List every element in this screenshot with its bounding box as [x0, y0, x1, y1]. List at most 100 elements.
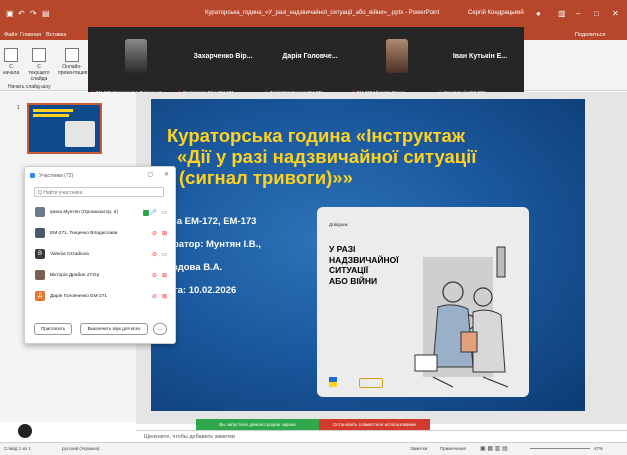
- ribbon-group-label: Начать слайд-шоу: [8, 84, 51, 90]
- title-line: (сигнал тривоги)»»: [179, 167, 353, 188]
- title-line: «Дії у разі надзвичайної ситуації: [177, 146, 477, 167]
- participants-panel: Участники (72) ▢ ✕ Q Найти участника Іри…: [24, 166, 176, 344]
- stop-share-button[interactable]: Остановить совместное использование: [319, 419, 430, 430]
- video-strip: ✗ ЕМ-272 Олександра Фузенцьов Захарченко…: [88, 27, 524, 99]
- video-tile[interactable]: Іван Кутькін Е... ✗ Іван Кутькін ЕМ-272: [436, 27, 524, 99]
- window-title: Кураторська_година_«У_разі_надзвичайної_…: [205, 10, 440, 16]
- close-icon[interactable]: ✕: [164, 171, 169, 178]
- avatar[interactable]: ●: [536, 9, 541, 18]
- sharing-status: Вы запустили демонстрацию экрана: [196, 419, 319, 430]
- participant-row[interactable]: Д Дарія Головченко ЕМ-271 ⊘ ⊠: [35, 290, 169, 304]
- avatar: Д: [35, 291, 45, 301]
- zoom-level[interactable]: 47%: [594, 446, 603, 451]
- thumb-title-bar: [33, 109, 73, 112]
- from-current-label: С текущего слайда: [28, 64, 50, 82]
- camera-preview-icon[interactable]: [18, 424, 32, 438]
- present-online-button[interactable]: Онлайн-презентация: [58, 48, 88, 76]
- view-buttons[interactable]: ▣ ▦ ▥ ▤: [480, 445, 508, 452]
- panel-title: Участники (72): [39, 173, 74, 179]
- camera-icon[interactable]: ▭: [161, 209, 167, 216]
- notes-toggle[interactable]: Заметки: [410, 446, 427, 451]
- slide-date: та: 10.02.2026: [173, 285, 237, 296]
- mic-muted-icon[interactable]: ⊘: [152, 230, 157, 237]
- from-beginning-label: С начала: [2, 64, 20, 76]
- tab-insert[interactable]: Вставка: [46, 32, 66, 38]
- popout-icon[interactable]: ▢: [147, 171, 153, 178]
- participant-row[interactable]: Вікторія Драбин 272гр ⊘ ⊠: [35, 269, 169, 283]
- status-bar: Слайд 1 из 1 русский (Украина) Заметки П…: [0, 442, 627, 455]
- mic-muted-icon[interactable]: ⊘: [152, 251, 157, 258]
- video-tile[interactable]: Дарія Головче... ✗ Дарія Головченко ЕМ-2…: [262, 27, 358, 99]
- participant-row[interactable]: Ірина Мунтян (Организатор, я) 🎤︎ ▭: [35, 206, 169, 220]
- slide-title: Кураторська година «Інструктаж «Дії у ра…: [167, 125, 585, 188]
- slide-number: 1: [17, 105, 20, 111]
- slide-groups: па ЕМ-172, ЕМ-173: [171, 216, 257, 227]
- minimize-icon[interactable]: –: [576, 9, 580, 18]
- language-indicator[interactable]: русский (Украина): [62, 446, 100, 451]
- tab-home[interactable]: Главная: [20, 32, 41, 38]
- participant-photo: [386, 39, 408, 73]
- tile-name: Захарченко Вір...: [193, 53, 253, 60]
- redo-icon[interactable]: ↷: [30, 9, 37, 18]
- share-button[interactable]: Поделиться: [575, 32, 605, 38]
- participant-row[interactable]: ЕМ-271, Тищенко Владислава ⊘ ⊠: [35, 227, 169, 241]
- participant-name: Valeriia Orzadiova: [50, 252, 89, 257]
- from-current-button[interactable]: С текущего слайда: [26, 48, 52, 82]
- participant-row[interactable]: В Valeriia Orzadiova ⊘ ▭: [35, 248, 169, 262]
- tile-name: Дарія Головче...: [282, 53, 338, 60]
- mic-muted-icon[interactable]: ⊘: [152, 293, 157, 300]
- maximize-icon[interactable]: □: [594, 9, 599, 18]
- avatar: [35, 228, 45, 238]
- present-icon[interactable]: ▤: [42, 9, 50, 18]
- slide-canvas[interactable]: Кураторська година «Інструктаж «Дії у ра…: [151, 99, 585, 411]
- thumb-card: [65, 121, 95, 147]
- participant-search-input[interactable]: Q Найти участника: [34, 187, 164, 197]
- title-line: Кураторська година «Інструктаж: [167, 125, 465, 146]
- close-icon[interactable]: ✕: [612, 9, 619, 18]
- avatar: [35, 207, 45, 217]
- slide-counter: Слайд 1 из 1: [4, 446, 31, 451]
- video-tile[interactable]: Захарченко Вір... ✗ Захарченко Віра ЕМ-2…: [175, 27, 271, 99]
- mic-muted-icon[interactable]: ⊘: [152, 272, 157, 279]
- save-icon[interactable]: ▣: [6, 9, 14, 18]
- ribbon-display-icon[interactable]: ▥: [558, 9, 566, 18]
- video-tile[interactable]: ✗ ЕМ-272 Міхеєва Олена: [349, 27, 445, 99]
- more-options-button[interactable]: ...: [153, 323, 167, 335]
- notes-placeholder: Щелкните, чтобы добавить заметки: [144, 434, 235, 440]
- camera-off-icon[interactable]: ⊠: [162, 272, 167, 279]
- present-online-icon: [65, 48, 79, 62]
- card-heading: У РАЗІ НАДЗВИЧАЙНОЇ СИТУАЦІЇ АБО ВІЙНИ: [329, 244, 399, 286]
- video-tile[interactable]: ✗ ЕМ-272 Олександра Фузенцьов: [88, 27, 184, 99]
- participant-name: ЕМ-271, Тищенко Владислава: [50, 231, 118, 236]
- share-screen-icon: [143, 210, 149, 216]
- slide-assistant: здова В.А.: [173, 262, 223, 273]
- avatar: [35, 270, 45, 280]
- zoom-slider[interactable]: [530, 448, 590, 449]
- camera-icon[interactable]: ▭: [161, 251, 167, 258]
- present-online-label: Онлайн-презентация: [58, 64, 88, 76]
- share-toolbar: Вы запустили демонстрацию экрана Останов…: [196, 419, 430, 430]
- participant-photo: [125, 39, 147, 73]
- undo-icon[interactable]: ↶: [18, 9, 25, 18]
- tile-name: Іван Кутькін Е...: [452, 53, 508, 60]
- camera-off-icon[interactable]: ⊠: [162, 230, 167, 237]
- participant-name: Дарія Головченко ЕМ-271: [50, 294, 108, 299]
- from-beginning-button[interactable]: С начала: [2, 48, 20, 76]
- flag-icon: [329, 377, 337, 387]
- logo-icon: [359, 378, 383, 388]
- mic-icon[interactable]: 🎤︎: [149, 209, 157, 216]
- avatar: В: [35, 249, 45, 259]
- invite-button[interactable]: Пригласить: [34, 323, 72, 335]
- mute-all-button[interactable]: Выключить звук для всех: [80, 323, 148, 335]
- user-name[interactable]: Сергій Кондрацький: [468, 10, 524, 16]
- slide-thumbnail[interactable]: 1: [17, 103, 102, 154]
- family-illustration: [414, 246, 509, 388]
- tab-file[interactable]: Файл: [4, 32, 18, 38]
- camera-off-icon[interactable]: ⊠: [162, 293, 167, 300]
- participant-name: Вікторія Драбин 272гр: [50, 273, 100, 278]
- thumb-title-bar: [33, 114, 69, 117]
- participant-name: Ірина Мунтян (Организатор, я): [50, 210, 118, 215]
- card-caption: Довідник: [329, 222, 348, 227]
- comments-toggle[interactable]: Примечания: [440, 446, 466, 451]
- slideshow-current-icon: [32, 48, 46, 62]
